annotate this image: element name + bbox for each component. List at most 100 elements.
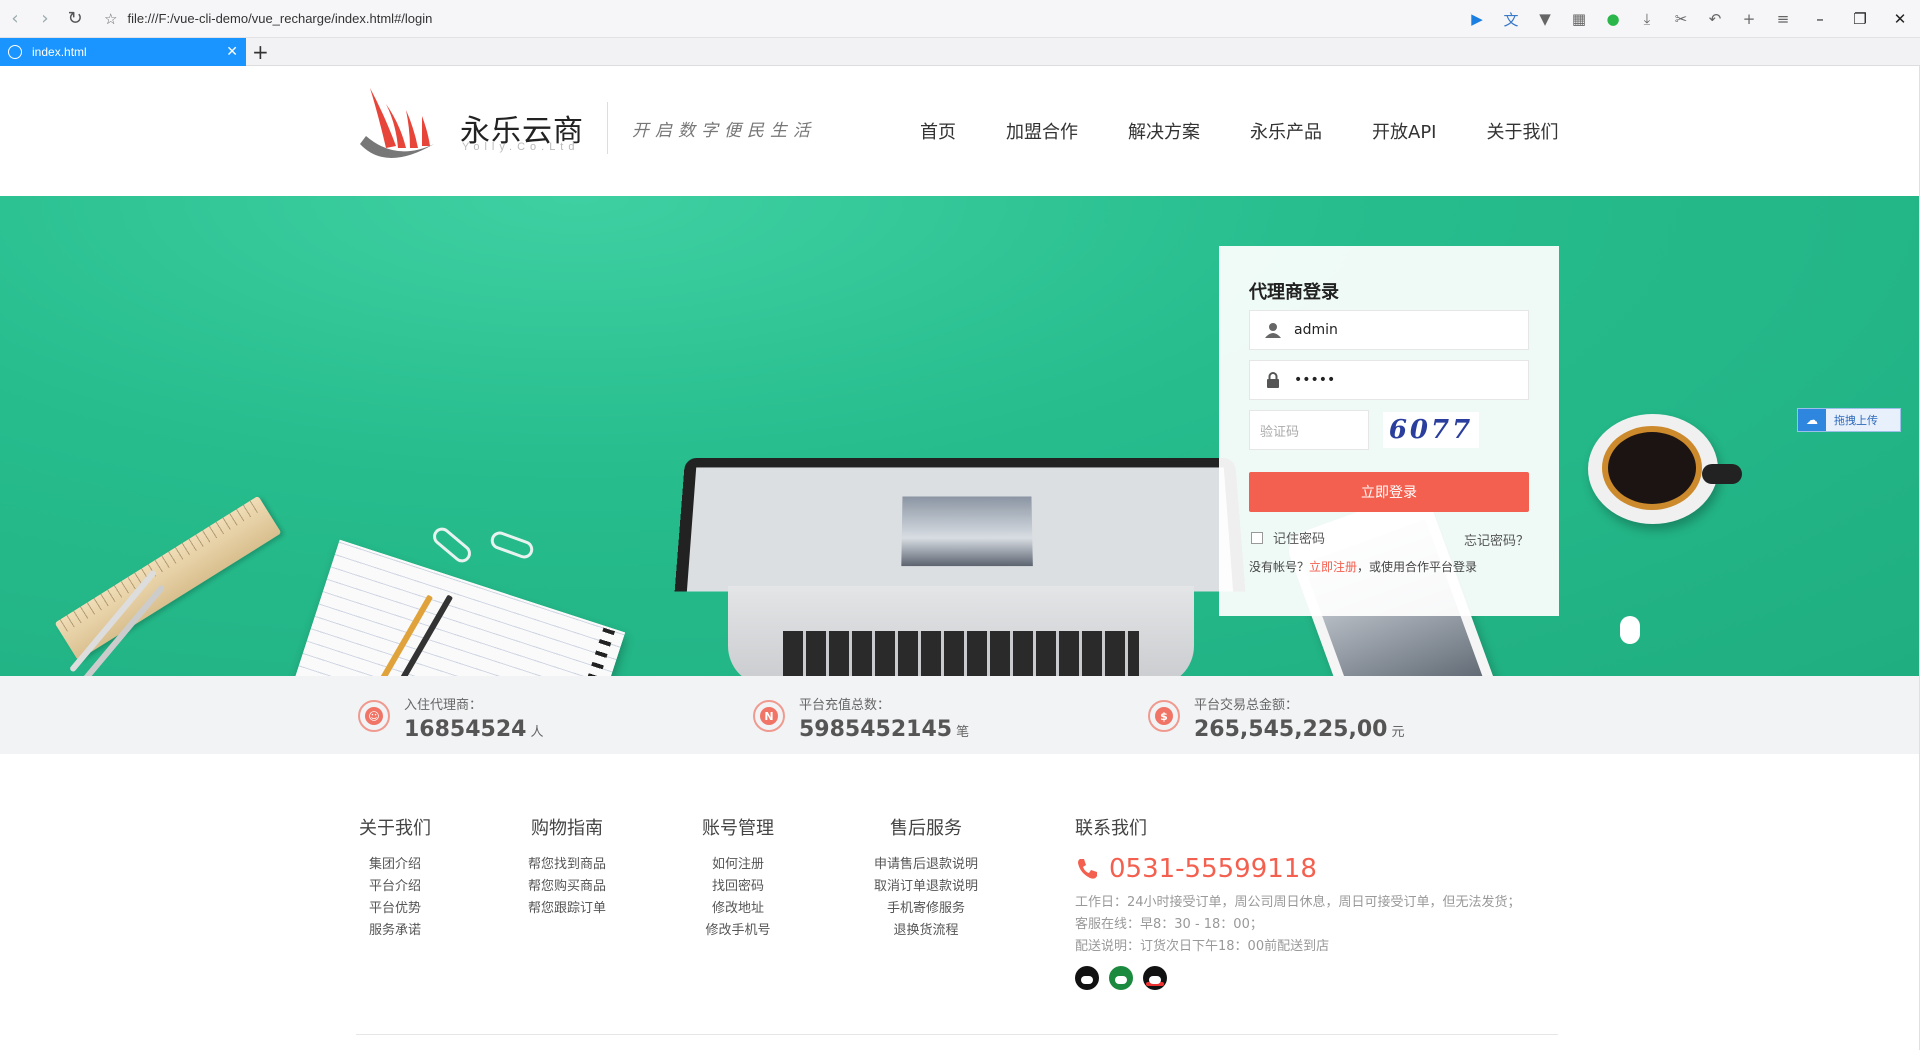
- captcha-input[interactable]: 验证码: [1249, 410, 1369, 450]
- footer-link[interactable]: 服务承诺: [358, 920, 432, 942]
- notebook-image: [274, 539, 626, 676]
- qrcode-icon[interactable]: ▦: [1562, 4, 1596, 34]
- footer-col-title: 购物指南: [531, 818, 603, 839]
- footer-link[interactable]: 如何注册: [698, 854, 778, 876]
- password-field[interactable]: •••••: [1249, 360, 1529, 400]
- tab-bar: index.html ✕ +: [0, 38, 1920, 66]
- earbud-image: [1620, 616, 1640, 644]
- footer-contact: 联系我们 0531-55599118 工作日：24小时接受订单，周公司周日休息，…: [1075, 814, 1521, 990]
- remember-checkbox[interactable]: [1251, 531, 1263, 544]
- forgot-password-link[interactable]: 忘记密码？: [1464, 530, 1529, 549]
- wechat-icon[interactable]: ●: [1596, 4, 1630, 34]
- captcha-image[interactable]: 6077: [1383, 412, 1479, 448]
- footer-col-title: 售后服务: [890, 818, 962, 839]
- stats-bar: ☺ 入住代理商： 16854524 人 N 平台充值总数： 5985452145 笔…: [0, 676, 1920, 754]
- paperclip-image: [488, 529, 536, 561]
- forward-icon[interactable]: ›: [30, 4, 60, 34]
- drag-upload-label: 拖拽上传: [1834, 414, 1878, 427]
- footer-link[interactable]: 帮您购买商品: [517, 876, 617, 898]
- address-bar[interactable]: file:///F:/vue-cli-demo/vue_recharge/ind…: [127, 11, 432, 26]
- slogan: 开启数字便民生活: [632, 121, 816, 141]
- footer-link[interactable]: 帮您跟踪订单: [517, 898, 617, 920]
- footer-col-about: 关于我们 集团介绍 平台介绍 平台优势 服务承诺: [358, 814, 432, 942]
- plus-icon[interactable]: +: [1732, 4, 1766, 34]
- restore-icon[interactable]: ❐: [1840, 4, 1880, 34]
- footer-link[interactable]: 找回密码: [698, 876, 778, 898]
- footer-col-service: 售后服务 申请售后退款说明 取消订单退款说明 手机寄修服务 退换货流程: [866, 814, 986, 942]
- back-icon[interactable]: ‹: [0, 4, 30, 34]
- close-window-icon[interactable]: ✕: [1880, 4, 1920, 34]
- footer-divider: [356, 1034, 1558, 1035]
- footer-link[interactable]: 平台介绍: [358, 876, 432, 898]
- login-title: 代理商登录: [1249, 282, 1339, 303]
- undo-icon[interactable]: ↶: [1698, 4, 1732, 34]
- stat-value: 5985452145: [799, 717, 953, 742]
- contact-line: 工作日：24小时接受订单，周公司周日休息，周日可接受订单，但无法发货；: [1075, 895, 1521, 910]
- footer-col-title: 关于我们: [359, 818, 431, 839]
- login-panel: 代理商登录 admin ••••• 验证码 6077 立即登录 记住密码 忘记密…: [1219, 246, 1559, 616]
- user-icon: ☺: [358, 700, 390, 732]
- nav-about[interactable]: 关于我们: [1486, 118, 1558, 144]
- minimize-icon[interactable]: –: [1800, 4, 1840, 34]
- login-button[interactable]: 立即登录: [1249, 472, 1529, 512]
- laptop-image: [674, 457, 1246, 592]
- money-icon: $: [1148, 700, 1180, 732]
- cloud-icon: ☁: [1798, 409, 1826, 431]
- scissors-icon[interactable]: ✂: [1664, 4, 1698, 34]
- nav-join[interactable]: 加盟合作: [1006, 118, 1078, 144]
- lock-icon: [1264, 372, 1282, 388]
- footer-link[interactable]: 手机寄修服务: [866, 898, 986, 920]
- footer-col-account: 账号管理 如何注册 找回密码 修改地址 修改手机号: [698, 814, 778, 942]
- tab-index[interactable]: index.html ✕: [0, 38, 246, 66]
- username-field[interactable]: admin: [1249, 310, 1529, 350]
- remember-password[interactable]: 记住密码: [1251, 528, 1325, 547]
- footer-col-guide: 购物指南 帮您找到商品 帮您购买商品 帮您跟踪订单: [517, 814, 617, 920]
- stat-label: 入住代理商：: [404, 698, 483, 713]
- phone-number[interactable]: 0531-55599118: [1109, 854, 1317, 884]
- coffee-cup-image: [1588, 414, 1742, 524]
- footer-link[interactable]: 取消订单退款说明: [866, 876, 986, 898]
- footer-link[interactable]: 退换货流程: [866, 920, 986, 942]
- nav-solutions[interactable]: 解决方案: [1128, 118, 1200, 144]
- download-icon[interactable]: ⤓: [1630, 4, 1664, 34]
- bookmark-star-icon[interactable]: ☆: [104, 10, 117, 28]
- register-line: 没有帐号？立即注册，或使用合作平台登录: [1249, 558, 1477, 575]
- stat-unit: 人: [530, 725, 544, 740]
- main-nav: 首页 加盟合作 解决方案 永乐产品 开放API 关于我们: [920, 118, 1608, 144]
- footer-link[interactable]: 集团介绍: [358, 854, 432, 876]
- qq-icon[interactable]: [1075, 966, 1099, 990]
- register-link[interactable]: 立即注册: [1309, 560, 1357, 574]
- browser-toolbar: ‹ › ↻ ☆ file:///F:/vue-cli-demo/vue_rech…: [0, 0, 1920, 38]
- qq-icon[interactable]: [1109, 966, 1133, 990]
- nav-api[interactable]: 开放API: [1372, 118, 1436, 144]
- footer-link[interactable]: 修改手机号: [698, 920, 778, 942]
- menu-icon[interactable]: ≡: [1766, 4, 1800, 34]
- translate-icon[interactable]: 文: [1494, 4, 1528, 34]
- footer-link[interactable]: 修改地址: [698, 898, 778, 920]
- footer-col-title: 账号管理: [702, 818, 774, 839]
- logo-icon[interactable]: [356, 84, 440, 172]
- new-tab-icon[interactable]: +: [252, 40, 269, 64]
- laptop-keyboard-image: [728, 586, 1194, 676]
- footer-link[interactable]: 平台优势: [358, 898, 432, 920]
- vue-devtools-icon[interactable]: ▼: [1528, 4, 1562, 34]
- tab-close-icon[interactable]: ✕: [226, 43, 238, 60]
- nav-products[interactable]: 永乐产品: [1250, 118, 1322, 144]
- drag-upload-button[interactable]: ☁ 拖拽上传: [1797, 408, 1901, 432]
- play-icon[interactable]: ▶: [1460, 4, 1494, 34]
- nav-home[interactable]: 首页: [920, 118, 956, 144]
- site-header: 永乐云商 Yolly.Co.Ltd 开启数字便民生活 首页 加盟合作 解决方案 …: [0, 66, 1920, 196]
- contact-line: 客服在线：早8：30 - 18：00；: [1075, 917, 1263, 932]
- stat-amount: $ 平台交易总金额： 265,545,225,00 元: [1148, 694, 1404, 742]
- reload-icon[interactable]: ↻: [60, 4, 90, 34]
- footer-link[interactable]: 帮您找到商品: [517, 854, 617, 876]
- qq-contacts: [1075, 966, 1521, 990]
- stat-recharges: N 平台充值总数： 5985452145 笔: [753, 694, 969, 742]
- globe-icon: [8, 45, 22, 59]
- username-value: admin: [1294, 322, 1338, 338]
- contact-phone: 0531-55599118: [1075, 854, 1521, 884]
- stat-unit: 元: [1391, 725, 1405, 740]
- phone-icon: [1078, 859, 1097, 879]
- qq-icon[interactable]: [1143, 966, 1167, 990]
- footer-link[interactable]: 申请售后退款说明: [866, 854, 986, 876]
